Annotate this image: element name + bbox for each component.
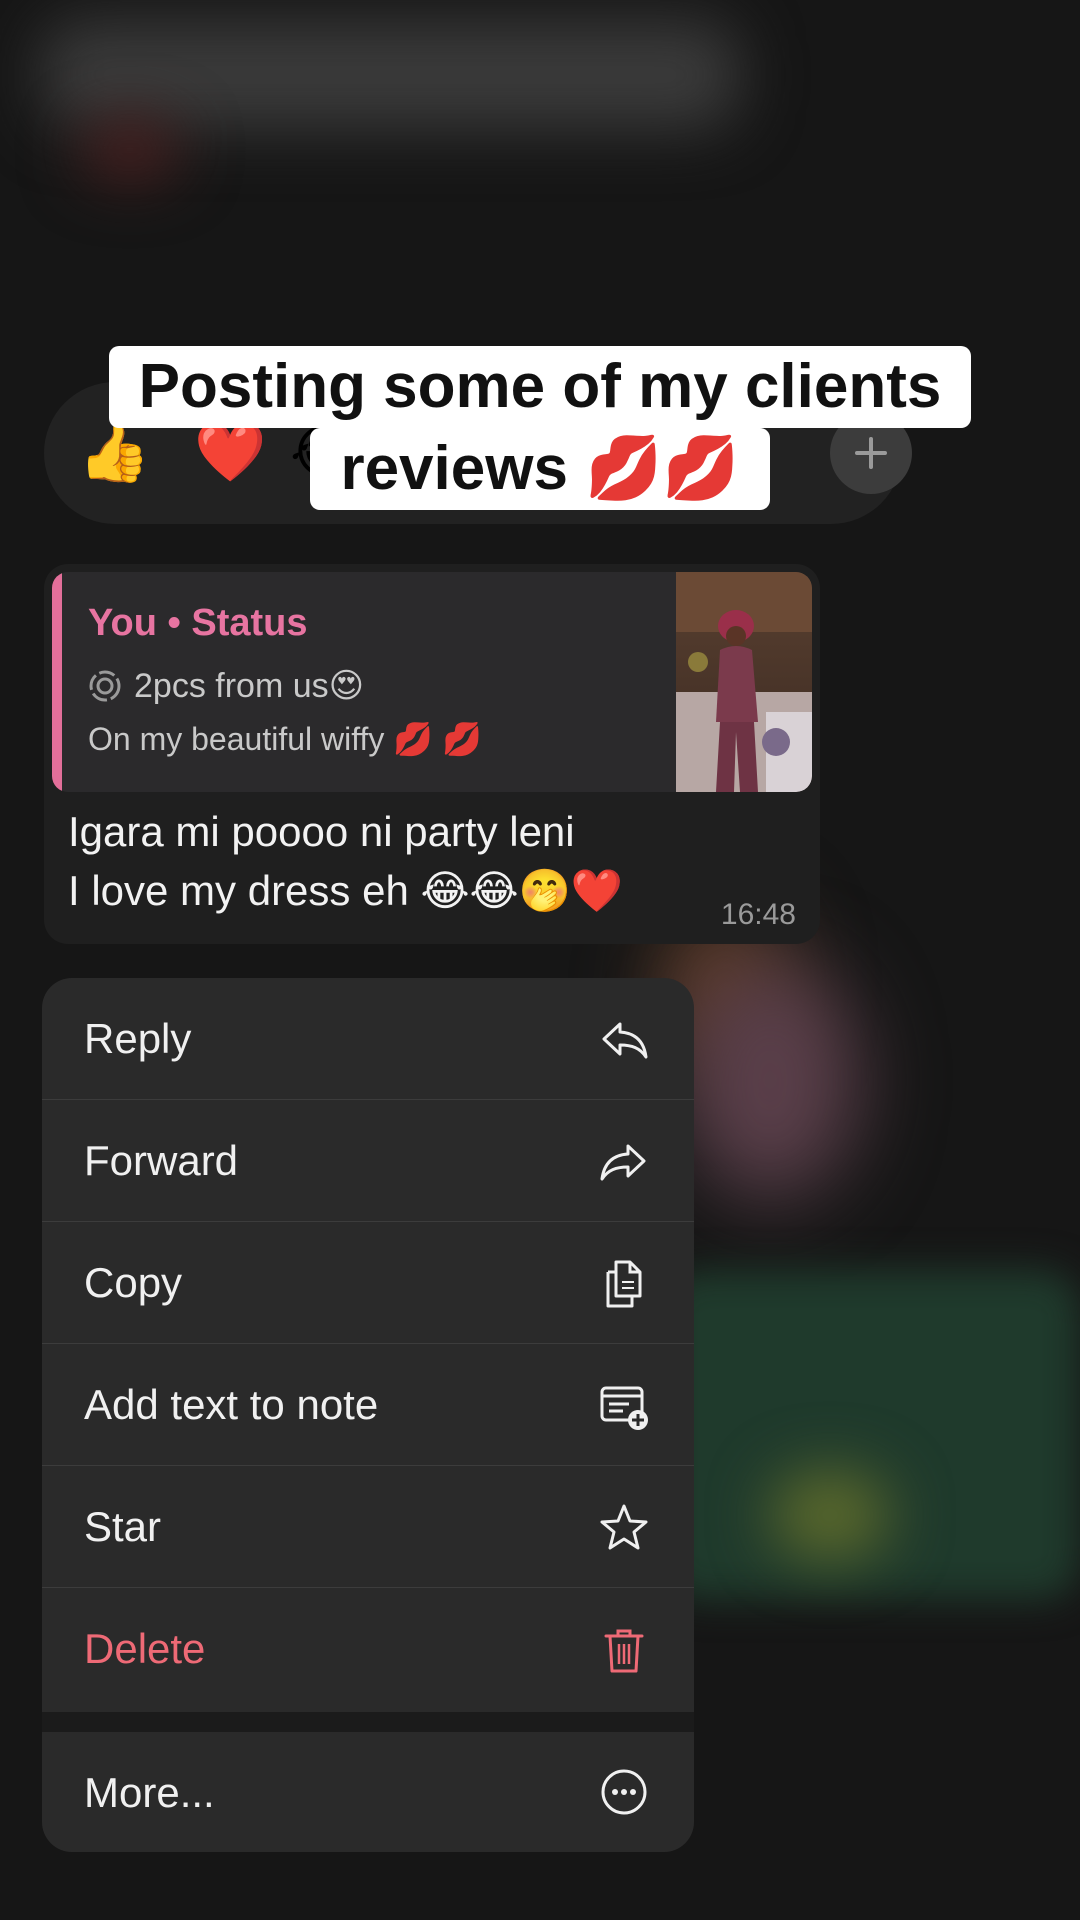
star-icon [600,1504,648,1550]
menu-item-label: Reply [84,1015,192,1062]
status-icon [89,670,121,702]
status-photo [676,572,812,792]
menu-item-copy[interactable]: Copy [42,1222,694,1344]
screen: 👍 ❤️ 😂 Posting some of my clients review… [0,0,1080,1920]
menu-item-label: Copy [84,1259,183,1306]
menu-item-label: Add text to note [84,1381,379,1428]
menu-item-star[interactable]: Star [42,1466,694,1588]
menu-item-add-text-to-note[interactable]: Add text to note [42,1344,694,1466]
menu-item-label: More... [84,1769,215,1816]
menu-item-label: Star [84,1503,162,1550]
trash-icon [604,1629,644,1673]
quote-line-2: On my beautiful wiffy 💋 💋 [88,721,482,757]
quote-line-1-text: 2pcs from us😍 [134,667,365,705]
forward-icon [600,1144,646,1181]
copy-icon [606,1260,642,1308]
menu-group-actions: Reply Forward Copy Add text to note Star… [42,978,694,1712]
message-text-line-1: Igara mi poooo ni party leni [68,808,575,855]
caption-line-2: reviews 💋💋 [310,428,770,510]
menu-item-forward[interactable]: Forward [42,1100,694,1222]
quote-author: You • Status [88,602,308,644]
message-bubble: You • Status 2pcs from us😍 On my beautif… [44,564,820,944]
add-note-icon [600,1386,648,1430]
quote-line-1: 2pcs from us😍 [88,666,364,706]
blurred-background-shape [680,960,860,1200]
status-thumbnail [676,572,812,792]
quoted-status[interactable]: You • Status 2pcs from us😍 On my beautif… [52,572,812,792]
more-icon [601,1769,647,1815]
blurred-message-bubble [660,1270,1080,1600]
context-menu: Reply Forward Copy Add text to note Star… [42,978,694,1852]
menu-item-label: Forward [84,1137,239,1184]
menu-divider [42,1712,694,1732]
menu-group-more: More... [42,1732,694,1852]
caption-line-1: Posting some of my clients [108,346,972,428]
message-timestamp: 16:48 [720,898,796,931]
menu-item-more[interactable]: More... [42,1732,694,1852]
menu-item-reply[interactable]: Reply [42,978,694,1100]
overlay-caption: Posting some of my clients reviews 💋💋 [0,346,1080,510]
menu-item-label: Delete [84,1625,206,1672]
message-text-line-2: I love my dress eh 😂😂🤭❤️ [68,867,624,914]
blurred-background-shape [80,120,180,180]
reply-icon [602,1022,648,1059]
quote-accent-bar [52,572,62,792]
menu-item-delete[interactable]: Delete [42,1588,694,1710]
blurred-background-shape [770,1470,890,1560]
blurred-header [40,20,740,130]
